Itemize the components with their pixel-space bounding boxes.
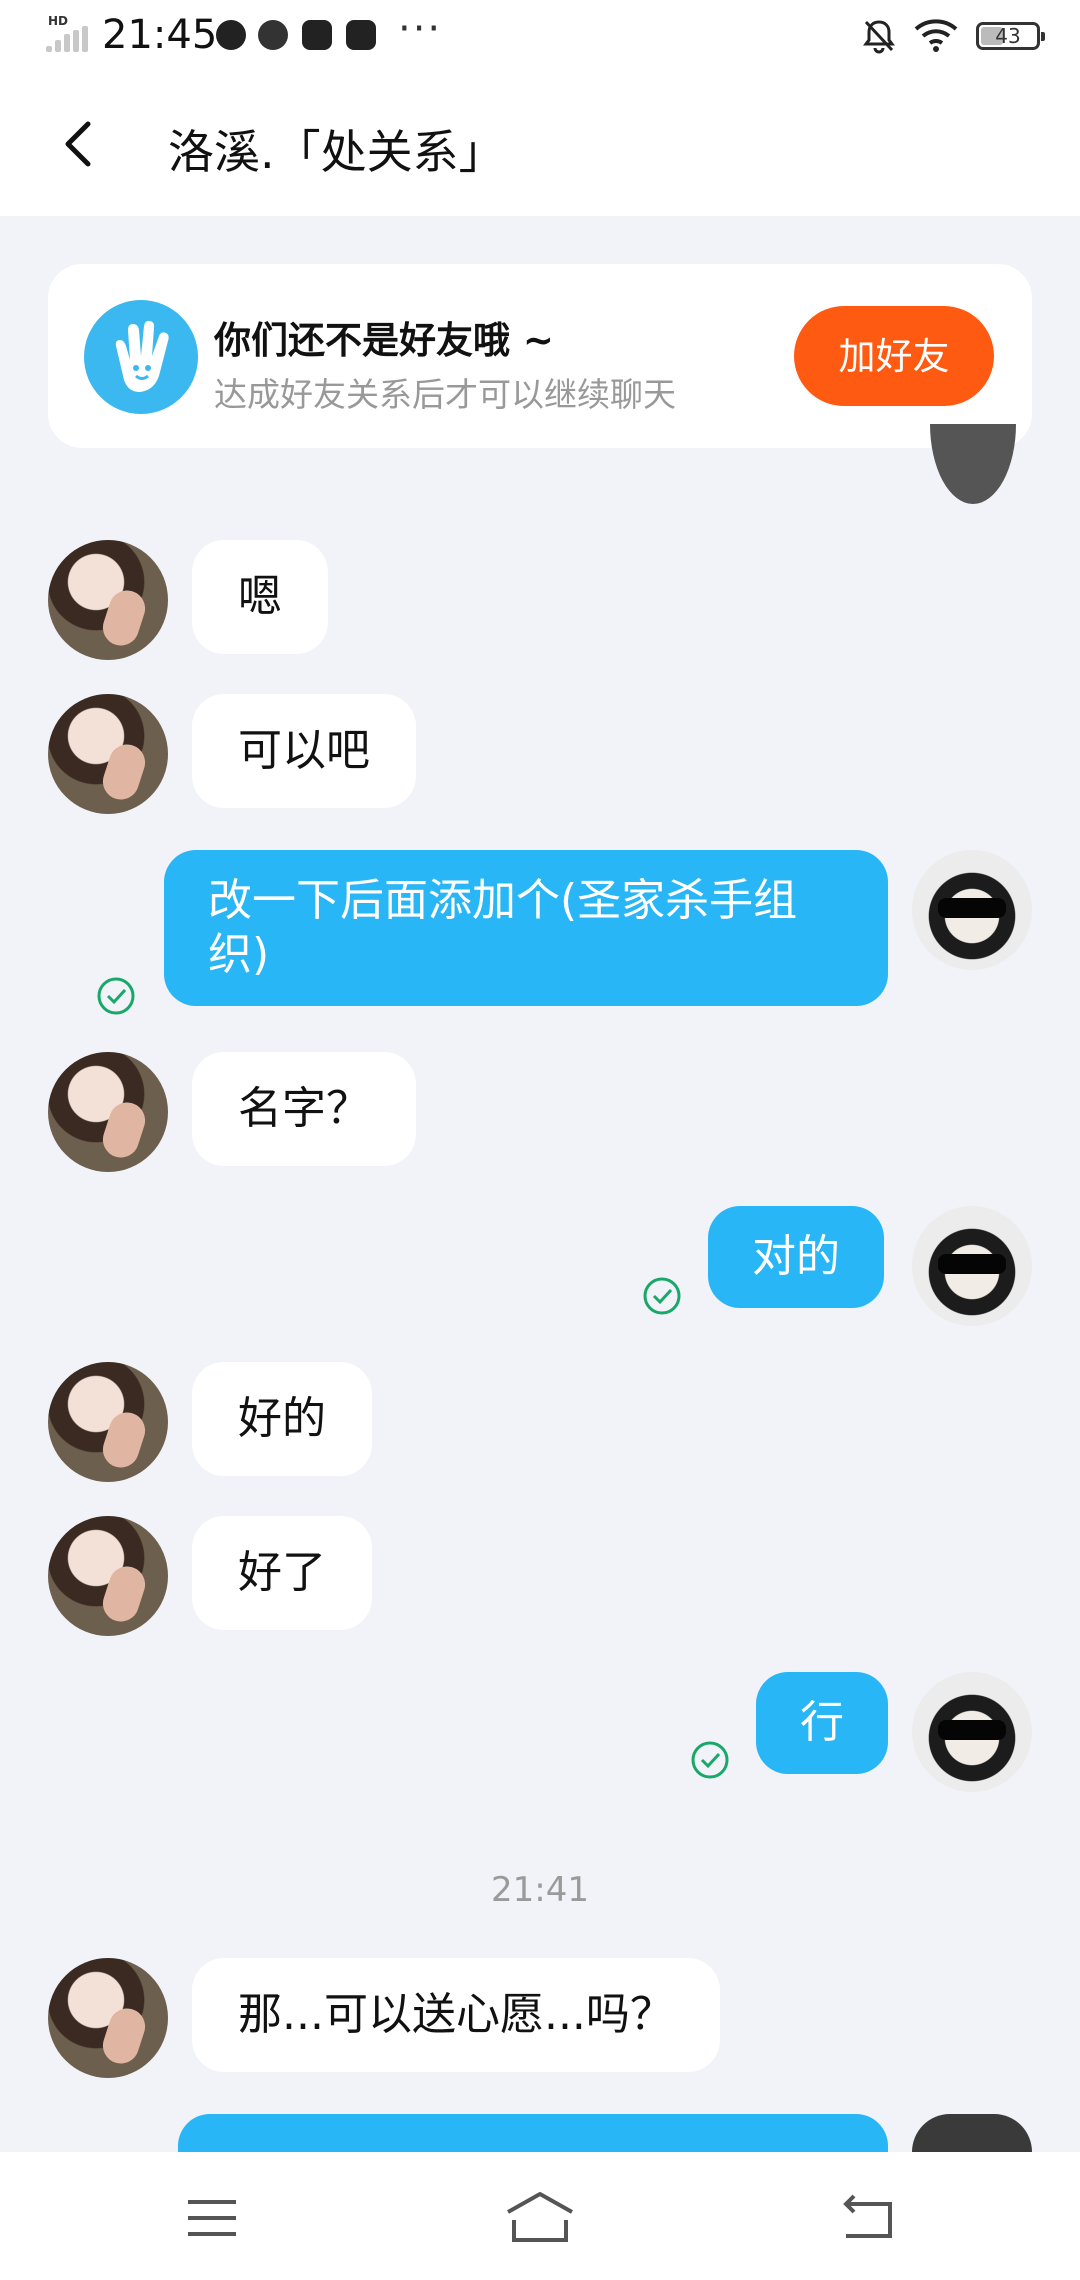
system-nav-bar (0, 2152, 1080, 2280)
app-icon (302, 20, 332, 50)
mute-bell-icon (863, 20, 895, 54)
battery-icon: 43 (976, 22, 1045, 50)
not-friends-banner: 你们还不是好友哦 ~ 达成好友关系后才可以继续聊天 加好友 (48, 264, 1032, 448)
read-check-icon (643, 1277, 681, 1315)
avatar[interactable] (48, 1362, 168, 1482)
app-icon (258, 20, 288, 50)
app-icon (346, 20, 376, 50)
message-bubble[interactable]: 嗯 (192, 540, 328, 654)
avatar (930, 424, 1016, 504)
avatar[interactable] (48, 1516, 168, 1636)
more-dots-icon: ··· (398, 6, 443, 52)
home-icon[interactable] (504, 2190, 576, 2246)
read-check-icon (97, 977, 135, 1015)
chat-header: 洛溪.「处关系」 (0, 72, 1080, 216)
avatar[interactable] (912, 1206, 1032, 1326)
message-bubble[interactable]: 对的 (708, 1206, 884, 1308)
chevron-left-icon[interactable] (54, 116, 110, 172)
signal-icon (46, 16, 90, 52)
message-bubble[interactable]: 好了 (192, 1516, 372, 1630)
message-bubble[interactable]: 行 (756, 1672, 888, 1774)
message-bubble[interactable]: 改一下后面添加个(圣家杀手组织) (164, 850, 888, 1006)
status-time: 21:45 (102, 12, 218, 58)
banner-title: 你们还不是好友哦 ~ (214, 319, 554, 362)
avatar[interactable] (48, 1052, 168, 1172)
message-timestamp: 21:41 (491, 1870, 589, 1910)
avatar (912, 2114, 1032, 2152)
avatar[interactable] (48, 694, 168, 814)
avatar[interactable] (48, 540, 168, 660)
wifi-icon (914, 19, 958, 52)
message-bubble[interactable]: 名字？ (192, 1052, 416, 1166)
waving-hand-icon (84, 300, 198, 414)
add-friend-button[interactable]: 加好友 (794, 306, 994, 406)
message-bubble[interactable]: 可以吧 (192, 694, 416, 808)
app-icon (216, 20, 246, 50)
banner-subtitle: 达成好友关系后才可以继续聊天 (214, 375, 676, 414)
avatar[interactable] (912, 850, 1032, 970)
page-title: 洛溪.「处关系」 (168, 125, 505, 179)
message-bubble[interactable]: 好的 (192, 1362, 372, 1476)
battery-level: 43 (995, 24, 1021, 48)
read-check-icon (691, 1741, 729, 1779)
menu-icon[interactable] (182, 2190, 242, 2246)
avatar[interactable] (48, 1958, 168, 2078)
back-icon[interactable] (838, 2190, 898, 2246)
message-bubble[interactable]: 那...可以送心愿...吗？ (192, 1958, 720, 2072)
avatar[interactable] (912, 1672, 1032, 1792)
status-bar: HD 21:45 ··· 43 (0, 0, 1080, 72)
